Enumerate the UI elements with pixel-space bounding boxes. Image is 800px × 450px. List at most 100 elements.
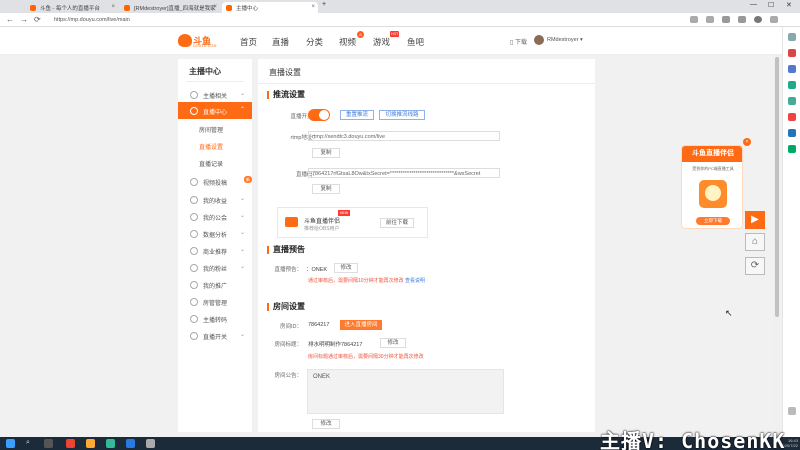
more-icon[interactable] xyxy=(770,16,778,23)
home-icon[interactable]: ⌂ xyxy=(745,233,765,251)
page-scrollbar[interactable] xyxy=(774,55,780,437)
copy-code-button[interactable]: 复制 xyxy=(312,184,340,194)
collections-icon[interactable] xyxy=(722,16,730,23)
room-title-value[interactable]: 排水明明制作7864217 xyxy=(308,340,362,348)
refresh-icon[interactable]: ⟳ xyxy=(34,15,41,24)
notice-warning: 通过审核后，需要间隔10分钟才能再次修改 查看说明 xyxy=(308,278,425,284)
sidebar-item-promo[interactable]: 我的推广 xyxy=(178,276,252,293)
browser-app-icon[interactable] xyxy=(106,439,115,448)
user-icon xyxy=(190,91,198,99)
play-icon[interactable]: ▶ xyxy=(745,211,765,229)
maximize-icon[interactable]: ☐ xyxy=(768,1,774,9)
stream-code-field[interactable]: 7864217rfGtsaL8Ow&txSecret=*************… xyxy=(308,168,500,178)
nav-home[interactable]: 首页 xyxy=(240,36,257,48)
close-tab-icon[interactable]: × xyxy=(311,4,315,10)
outlook-mail-icon[interactable] xyxy=(788,129,796,137)
app-icon-red[interactable] xyxy=(66,439,75,448)
download-link[interactable]: ▯ 下载 xyxy=(510,37,527,46)
edit-title-button[interactable]: 修改 xyxy=(380,338,406,348)
nav-live[interactable]: 直播 xyxy=(272,36,289,48)
play-video-icon xyxy=(285,217,298,227)
edit-announcement-button[interactable]: 修改 xyxy=(312,419,340,429)
nav-video[interactable]: 视频 xyxy=(339,36,356,48)
obs-desc: 推荐给OBS用户 xyxy=(304,226,340,232)
sidebar-item-fans[interactable]: 我的粉丝 ⌄ xyxy=(178,259,252,276)
companion-ad-card[interactable]: 斗鱼直播伴侣 受到你的PC端直播工具 立即下载 xyxy=(681,145,743,229)
switch-line-button[interactable]: 切换推流线路 xyxy=(379,110,425,120)
close-tab-icon[interactable]: × xyxy=(213,4,217,10)
favorite-icon[interactable] xyxy=(706,16,714,23)
windows-start-icon[interactable] xyxy=(6,439,15,448)
tools-icon[interactable] xyxy=(788,65,796,73)
browser-tab-1[interactable]: 斗鱼 - 每个人的直播平台 × xyxy=(26,2,118,13)
sidebar-title: 主播中心 xyxy=(189,67,221,76)
read-aloud-icon[interactable] xyxy=(690,16,698,23)
rtmp-field[interactable]: rtmp://sendtc3.douyu.com/live xyxy=(308,131,500,141)
refresh-icon[interactable]: ⟳ xyxy=(745,257,765,275)
sidebar-item-anchor[interactable]: 主播相关 ⌄ xyxy=(178,86,252,103)
username-menu[interactable]: RMdestroyer ▾ xyxy=(547,37,583,43)
enter-live-room-button[interactable]: 进入直播房间 xyxy=(340,320,382,330)
outlook-icon[interactable] xyxy=(788,113,796,121)
browser-tab-2[interactable]: [RMdestroyer]直播_四海就是我家 × xyxy=(120,2,220,13)
sidebar-item-live-switch[interactable]: 直播开关 ⌄ xyxy=(178,327,252,344)
browser-tab-3[interactable]: 主播中心 × xyxy=(222,2,318,13)
close-window-icon[interactable]: ✕ xyxy=(786,1,792,9)
sidebar-item-transcode[interactable]: 主播转码 xyxy=(178,310,252,327)
copy-rtmp-button[interactable]: 复制 xyxy=(312,148,340,158)
chevron-down-icon: ⌄ xyxy=(240,196,246,202)
ad-download-button[interactable]: 立即下载 xyxy=(696,217,730,225)
search-icon[interactable]: ⌕ xyxy=(26,439,35,448)
sidebar-item-income[interactable]: 我的收益 ⌄ xyxy=(178,191,252,208)
task-view-icon[interactable] xyxy=(44,439,53,448)
douyu-logo[interactable]: 斗鱼 DOUYU.COM xyxy=(178,33,220,49)
nav-game[interactable]: 游戏 xyxy=(373,36,390,48)
douyu-app-icon[interactable] xyxy=(86,439,95,448)
chevron-down-icon: ⌄ xyxy=(240,247,246,253)
edit-notice-button[interactable]: 修改 xyxy=(334,263,358,273)
sidebar-item-guild[interactable]: 我的公会 ⌄ xyxy=(178,208,252,225)
search-icon[interactable] xyxy=(788,33,796,41)
duck-face xyxy=(705,185,721,201)
view-explanation-link[interactable]: 查看说明 xyxy=(405,278,425,284)
new-tab-button[interactable]: + xyxy=(322,1,326,8)
games-icon[interactable] xyxy=(788,81,796,89)
obs-download-button[interactable]: 前往下载 xyxy=(380,218,414,228)
shopping-icon[interactable] xyxy=(788,49,796,57)
sidebar-item-video[interactable]: 视频投稿 新 xyxy=(178,173,252,190)
sidebar-item-moderators[interactable]: 房管管理 xyxy=(178,293,252,310)
chevron-down-icon: ⌄ xyxy=(240,91,246,97)
sidebar-item-data[interactable]: 数据分析 ⌄ xyxy=(178,225,252,242)
reset-push-button[interactable]: 重置推流 xyxy=(340,110,374,120)
office-icon[interactable] xyxy=(788,97,796,105)
sidebar-sub-room-manage[interactable]: 房间管理 xyxy=(199,125,223,134)
edge-app-icon[interactable] xyxy=(126,439,135,448)
profile-icon[interactable] xyxy=(754,16,762,23)
live-notice-label: 直播预告： xyxy=(274,267,302,273)
live-notice-value: ：ONEK xyxy=(306,267,328,273)
avatar[interactable] xyxy=(534,35,544,45)
settings-icon[interactable] xyxy=(788,407,796,415)
page-title: 直播设置 xyxy=(269,68,301,77)
back-icon[interactable]: ← xyxy=(6,15,14,24)
minimize-icon[interactable]: — xyxy=(750,1,757,8)
scroll-thumb[interactable] xyxy=(775,57,779,317)
live-switch-toggle[interactable] xyxy=(308,109,330,121)
settings-app-icon[interactable] xyxy=(146,439,155,448)
sidebar-sub-live-settings[interactable]: 直播设置 xyxy=(199,142,223,151)
nav-category[interactable]: 分类 xyxy=(306,36,323,48)
nav-yuba[interactable]: 鱼吧 xyxy=(407,36,424,48)
income-icon xyxy=(190,196,198,204)
room-announcement-textarea[interactable]: ONEK xyxy=(307,369,504,414)
url-input[interactable]: https://mp.douyu.com/live/main xyxy=(50,15,640,25)
extension-icon[interactable] xyxy=(738,16,746,23)
forward-icon[interactable]: → xyxy=(20,15,28,24)
drop-icon[interactable] xyxy=(788,145,796,153)
live-icon xyxy=(190,107,198,115)
sidebar-item-business[interactable]: 商业推荐 ⌄ xyxy=(178,242,252,259)
game-hot-badge: HOT xyxy=(390,31,400,37)
close-tab-icon[interactable]: × xyxy=(111,4,115,10)
ad-close-icon[interactable]: × xyxy=(743,138,751,146)
sidebar-item-live-center[interactable]: 直播中心 ⌃ xyxy=(178,102,252,119)
sidebar-sub-live-records[interactable]: 直播记录 xyxy=(199,159,223,168)
